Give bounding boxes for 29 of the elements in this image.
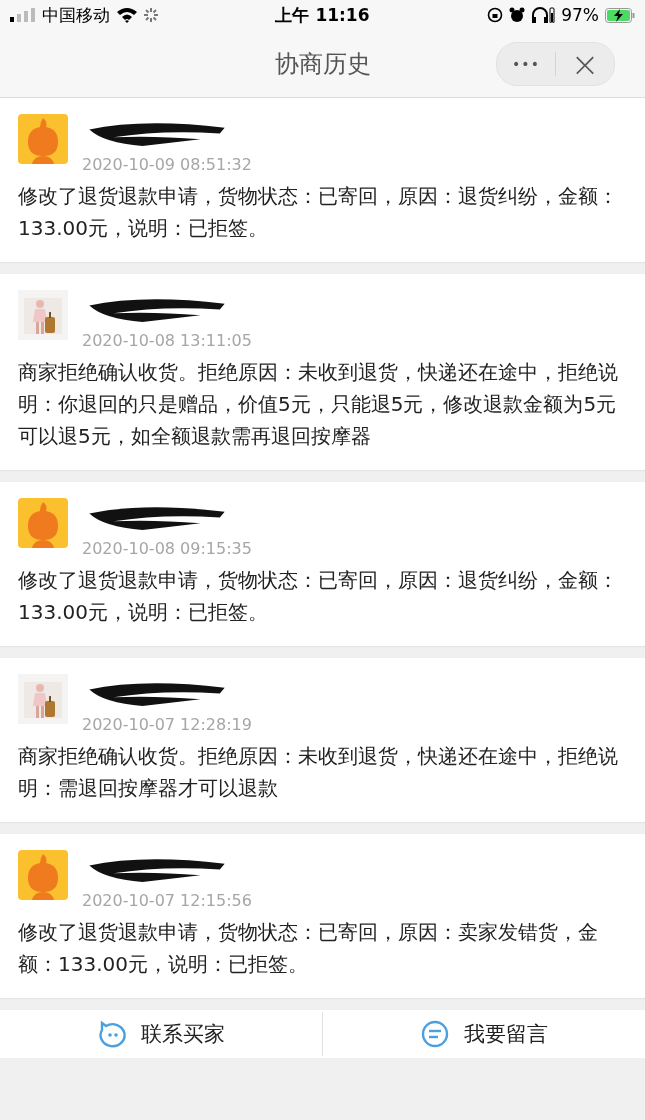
- rotation-lock-icon: [487, 7, 504, 23]
- timestamp: 2020-10-08 13:11:05: [82, 331, 252, 350]
- timestamp: 2020-10-07 12:15:56: [82, 891, 252, 910]
- timestamp: 2020-10-08 09:15:35: [82, 539, 252, 558]
- more-button[interactable]: •••: [497, 43, 555, 85]
- headphones-icon: [531, 7, 556, 23]
- record-description: 商家拒绝确认收货。拒绝原因：未收到退货，快递还在途中，拒绝说明：你退回的只是赠品，价值5元，只能退5元，修改退款金额为5元可以退5元，如全额退款需再退回按摩器: [18, 359, 619, 450]
- loading-icon: [144, 8, 158, 22]
- battery-percent: 97%: [561, 5, 599, 25]
- page-title: 协商历史: [274, 48, 371, 80]
- avatar-icon: [18, 850, 68, 900]
- carrier-name: 中国移动: [42, 3, 110, 27]
- signal-icon: [10, 8, 36, 22]
- avatar-icon: [18, 114, 68, 164]
- contact-buyer-button[interactable]: 联系买家: [0, 1014, 322, 1054]
- record-description: 修改了退货退款申请，货物状态：已寄回，原因：退货纠纷，金额：133.00元，说明：已拒签。: [18, 567, 619, 626]
- timestamp: 2020-10-09 08:51:32: [82, 155, 252, 174]
- wifi-icon: [116, 7, 138, 23]
- record-description: 修改了退货退款申请，货物状态：已寄回，原因：退货纠纷，金额：133.00元，说明：已拒签。: [18, 183, 619, 242]
- leave-message-button[interactable]: 我要留言: [323, 1014, 645, 1054]
- battery-charging-icon: [605, 7, 635, 23]
- clock-time: 上午 11:16: [275, 3, 370, 27]
- timestamp: 2020-10-07 12:28:19: [82, 715, 252, 734]
- close-button[interactable]: ×: [556, 43, 614, 85]
- record-description: 商家拒绝确认收货。拒绝原因：未收到退货，快递还在途中，拒绝说明：需退回按摩器才可以退款: [18, 743, 619, 802]
- avatar-icon: [18, 498, 68, 548]
- record-description: 修改了退货退款申请，货物状态：已寄回，原因：卖家发错货，金额：133.00元，说明：已拒签。: [18, 919, 599, 978]
- message-icon: [420, 1020, 450, 1048]
- chat-bubble-icon: [97, 1020, 127, 1048]
